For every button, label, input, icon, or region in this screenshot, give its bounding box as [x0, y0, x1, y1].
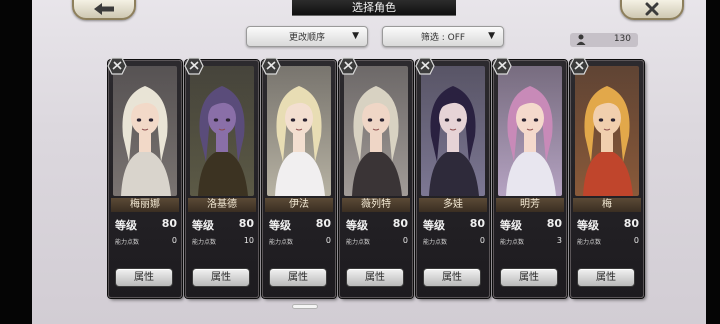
level-label: 等级: [115, 219, 137, 232]
ability-points-value: 10: [243, 236, 254, 245]
level-label: 等级: [346, 219, 368, 232]
character-portrait[interactable]: [498, 66, 562, 196]
ability-points-label: 能力点数: [115, 239, 140, 246]
character-name: 梅丽娜: [111, 198, 179, 212]
ability-points-label: 能力点数: [577, 239, 602, 246]
role-badge-icon: [569, 57, 589, 75]
attributes-button[interactable]: 属性: [269, 268, 327, 287]
ability-points-value: 3: [556, 236, 562, 245]
character-name: 梅: [573, 198, 641, 212]
role-badge-icon: [415, 57, 435, 75]
chevron-down-icon: ▼: [352, 31, 359, 41]
ability-points-value: 0: [479, 236, 485, 245]
character-card[interactable]: 多娃 等级 80 能力点数 0 属性: [415, 57, 490, 298]
level-row: 等级 80: [346, 217, 408, 233]
ability-points-row: 能力点数 10: [192, 236, 254, 247]
character-name: 明芳: [496, 198, 564, 212]
character-portrait[interactable]: [190, 66, 254, 196]
level-row: 等级 80: [269, 217, 331, 233]
ability-points-label: 能力点数: [346, 239, 371, 246]
level-label: 等级: [423, 219, 445, 232]
ability-points-label: 能力点数: [423, 239, 448, 246]
character-select-screen: 选择角色 更改顺序 ▼ 筛选 : OFF ▼ 130 梅丽娜 等级 80 能力点…: [0, 0, 720, 324]
ability-points-row: 能力点数 0: [269, 236, 331, 247]
character-portrait[interactable]: [575, 66, 639, 196]
ability-points-label: 能力点数: [192, 239, 217, 246]
level-value: 80: [469, 217, 485, 230]
character-portrait[interactable]: [113, 66, 177, 196]
scroll-indicator[interactable]: [292, 304, 318, 309]
sort-order-label: 更改顺序: [288, 33, 325, 43]
role-badge-icon: [492, 57, 512, 75]
page-title: 选择角色: [292, 0, 456, 16]
level-value: 80: [238, 217, 254, 230]
character-portrait[interactable]: [344, 66, 408, 196]
role-badge-icon: [184, 57, 204, 75]
character-count: 130: [613, 34, 631, 44]
character-name: 伊法: [265, 198, 333, 212]
character-card[interactable]: 薇列特 等级 80 能力点数 0 属性: [338, 57, 413, 298]
attributes-button[interactable]: 属性: [346, 268, 404, 287]
person-icon: [576, 34, 586, 45]
letterbox-right: [706, 0, 720, 324]
attributes-button[interactable]: 属性: [577, 268, 635, 287]
ability-points-row: 能力点数 0: [346, 236, 408, 247]
level-value: 80: [392, 217, 408, 230]
level-value: 80: [546, 217, 562, 230]
ability-points-value: 0: [402, 236, 408, 245]
sort-order-dropdown[interactable]: 更改顺序 ▼: [246, 26, 368, 47]
back-button[interactable]: [72, 0, 136, 20]
role-badge-icon: [107, 57, 127, 75]
attributes-button[interactable]: 属性: [500, 268, 558, 287]
character-card[interactable]: 梅丽娜 等级 80 能力点数 0 属性: [107, 57, 182, 298]
level-row: 等级 80: [192, 217, 254, 233]
level-value: 80: [623, 217, 639, 230]
close-button[interactable]: [620, 0, 684, 20]
attributes-button[interactable]: 属性: [115, 268, 173, 287]
character-card[interactable]: 明芳 等级 80 能力点数 3 属性: [492, 57, 567, 298]
character-count-box: 130: [570, 33, 638, 47]
level-row: 等级 80: [115, 217, 177, 233]
back-arrow-icon: [94, 3, 114, 15]
ability-points-label: 能力点数: [269, 239, 294, 246]
character-name: 薇列特: [342, 198, 410, 212]
ability-points-row: 能力点数 0: [577, 236, 639, 247]
ability-points-row: 能力点数 0: [423, 236, 485, 247]
level-value: 80: [161, 217, 177, 230]
filter-label: 筛选 : OFF: [420, 33, 466, 43]
character-card[interactable]: 洛基德 等级 80 能力点数 10 属性: [184, 57, 259, 298]
ability-points-row: 能力点数 3: [500, 236, 562, 247]
character-portrait[interactable]: [421, 66, 485, 196]
character-name: 多娃: [419, 198, 487, 212]
letterbox-left: [0, 0, 32, 324]
ability-points-row: 能力点数 0: [115, 236, 177, 247]
level-label: 等级: [500, 219, 522, 232]
level-label: 等级: [269, 219, 291, 232]
level-value: 80: [315, 217, 331, 230]
filter-dropdown[interactable]: 筛选 : OFF ▼: [382, 26, 504, 47]
character-name: 洛基德: [188, 198, 256, 212]
role-badge-icon: [338, 57, 358, 75]
close-x-icon: [645, 2, 659, 16]
ability-points-label: 能力点数: [500, 239, 525, 246]
character-card[interactable]: 梅 等级 80 能力点数 0 属性: [569, 57, 644, 298]
ability-points-value: 0: [325, 236, 331, 245]
attributes-button[interactable]: 属性: [192, 268, 250, 287]
level-row: 等级 80: [500, 217, 562, 233]
character-portrait[interactable]: [267, 66, 331, 196]
level-row: 等级 80: [577, 217, 639, 233]
ability-points-value: 0: [171, 236, 177, 245]
level-row: 等级 80: [423, 217, 485, 233]
role-badge-icon: [261, 57, 281, 75]
level-label: 等级: [192, 219, 214, 232]
level-label: 等级: [577, 219, 599, 232]
chevron-down-icon: ▼: [488, 31, 495, 41]
character-card[interactable]: 伊法 等级 80 能力点数 0 属性: [261, 57, 336, 298]
ability-points-value: 0: [633, 236, 639, 245]
attributes-button[interactable]: 属性: [423, 268, 481, 287]
